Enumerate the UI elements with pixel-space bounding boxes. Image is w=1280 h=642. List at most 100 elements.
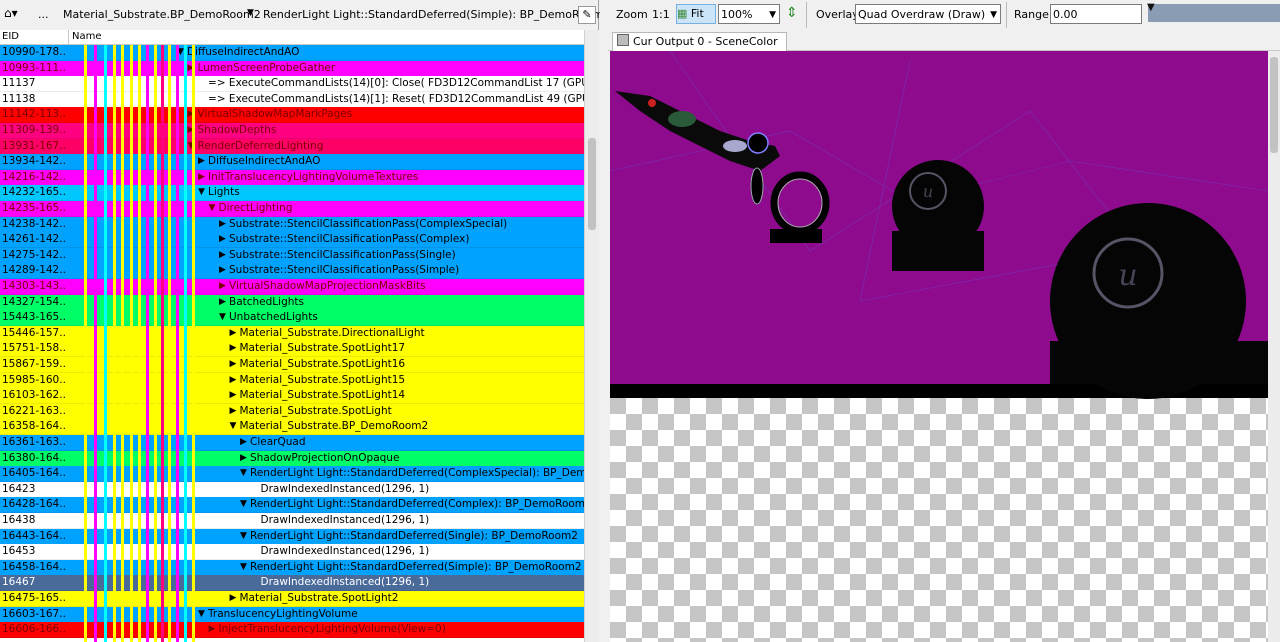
table-row[interactable]: 16458-164... ▼ RenderLight Light::Standard… bbox=[0, 559, 584, 576]
collapse-arrow-icon[interactable]: ▶ bbox=[218, 279, 227, 294]
table-row[interactable]: 13931-167... ▼ RenderDeferredLighting bbox=[0, 138, 584, 155]
table-row[interactable]: 13934-142... ▶ DiffuseIndirectAndAO bbox=[0, 154, 584, 171]
collapse-arrow-icon[interactable]: ▶ bbox=[239, 451, 248, 466]
range-slider[interactable]: ▼ bbox=[1147, 2, 1280, 22]
range-handle-icon[interactable]: ▼ bbox=[1147, 2, 1155, 13]
row-name: Substrate::StencilClassificationPass(Com… bbox=[229, 233, 470, 246]
expand-arrow-icon[interactable]: ▼ bbox=[239, 529, 248, 544]
table-row[interactable]: 16475-165... ▶ Material_Substrate.SpotLigh… bbox=[0, 591, 584, 607]
table-row[interactable]: 16603-167... ▼ TranslucencyLightingVolume bbox=[0, 606, 584, 623]
expand-arrow-icon[interactable]: ▼ bbox=[197, 607, 206, 622]
table-row[interactable]: 14238-142... ▶ Substrate::StencilClassific… bbox=[0, 216, 584, 233]
table-row[interactable]: 14261-142... ▶ Substrate::StencilClassific… bbox=[0, 232, 584, 249]
table-row[interactable]: 16428-164... ▼ RenderLight Light::Standard… bbox=[0, 497, 584, 514]
table-row[interactable]: 14235-165... ▼ DirectLighting bbox=[0, 201, 584, 217]
collapse-arrow-icon[interactable]: ▶ bbox=[197, 154, 206, 169]
pencil-icon[interactable]: ✎ bbox=[578, 6, 596, 24]
column-eid-header[interactable]: EID bbox=[2, 31, 19, 42]
table-row-selected[interactable]: 16467 DrawIndexedInstanced(1296, 1) bbox=[0, 575, 584, 592]
viewer-scrollbar-thumb[interactable] bbox=[1270, 57, 1278, 153]
row-eid: 13931-167... bbox=[2, 139, 66, 152]
table-row[interactable]: 16405-164... ▼ RenderLight Light::Standard… bbox=[0, 466, 584, 483]
table-row[interactable]: 16453 DrawIndexedInstanced(1296, 1) bbox=[0, 544, 584, 561]
table-row[interactable]: 14232-165... ▼ Lights bbox=[0, 185, 584, 202]
collapse-arrow-icon[interactable]: ▶ bbox=[208, 622, 217, 637]
table-row[interactable]: 10993-111... ▶ LumenScreenProbeGather bbox=[0, 60, 584, 77]
flip-arrows-icon[interactable]: ⇕ bbox=[786, 5, 798, 21]
collapse-arrow-icon[interactable]: ▶ bbox=[239, 435, 248, 450]
vertical-scrollbar[interactable] bbox=[584, 30, 599, 642]
collapse-arrow-icon[interactable]: ▶ bbox=[229, 388, 238, 403]
row-eid: 14275-142... bbox=[2, 248, 66, 261]
table-row[interactable]: 15867-159... ▶ Material_Substrate.SpotLigh… bbox=[0, 357, 584, 373]
table-row[interactable]: 14303-143... ▶ VirtualShadowMapProjectionM… bbox=[0, 279, 584, 295]
table-row[interactable]: 16438 DrawIndexedInstanced(1296, 1) bbox=[0, 513, 584, 529]
row-name: Material_Substrate.BP_DemoRoom2 bbox=[239, 420, 429, 433]
chevron-down-icon[interactable]: ▼ bbox=[247, 8, 254, 18]
collapse-arrow-icon[interactable]: ▶ bbox=[197, 170, 206, 185]
collapse-arrow-icon[interactable]: ▶ bbox=[218, 232, 227, 247]
fit-button[interactable]: ▦ Fit bbox=[676, 4, 716, 24]
range-min-field[interactable]: 0.00 bbox=[1050, 4, 1142, 24]
table-row[interactable]: 16358-164... ▼ Material_Substrate.BP_DemoR… bbox=[0, 419, 584, 436]
collapse-arrow-icon[interactable]: ▶ bbox=[218, 263, 227, 278]
row-name: Material_Substrate.SpotLight17 bbox=[239, 342, 406, 355]
table-row[interactable]: 16361-163... ▶ ClearQuad bbox=[0, 435, 584, 451]
breadcrumb-more[interactable]: ... bbox=[38, 8, 49, 21]
row-name: Material_Substrate.SpotLight15 bbox=[239, 373, 406, 386]
table-row[interactable]: 16423 DrawIndexedInstanced(1296, 1) bbox=[0, 481, 584, 498]
table-row[interactable]: 11138 => ExecuteCommandLists(14)[1]: Rese… bbox=[0, 91, 584, 108]
column-name-header[interactable]: Name bbox=[72, 31, 102, 42]
collapse-arrow-icon[interactable]: ▶ bbox=[229, 591, 238, 606]
table-row[interactable]: 16606-166... ▶ InjectTranslucencyLightingV… bbox=[0, 622, 584, 639]
tab-cur-output[interactable]: Cur Output 0 - SceneColor bbox=[612, 32, 787, 51]
table-row[interactable]: 14289-142... ▶ Substrate::StencilClassific… bbox=[0, 263, 584, 280]
expand-arrow-icon[interactable]: ▼ bbox=[218, 310, 227, 325]
row-name: Material_Substrate.SpotLight2 bbox=[239, 592, 399, 604]
home-icon[interactable]: ⌂▾ bbox=[4, 6, 18, 20]
table-row[interactable]: 11142-113... ▶ VirtualShadowMapMarkPages bbox=[0, 107, 584, 124]
row-name: VirtualShadowMapProjectionMaskBits bbox=[229, 280, 426, 292]
table-row[interactable]: 10990-178... ▼ DiffuseIndirectAndAO bbox=[0, 45, 584, 61]
collapse-arrow-icon[interactable]: ▶ bbox=[229, 326, 238, 341]
expand-arrow-icon[interactable]: ▼ bbox=[229, 419, 238, 434]
scrollbar-thumb[interactable] bbox=[588, 138, 596, 230]
table-row[interactable]: 16443-164... ▼ RenderLight Light::Standard… bbox=[0, 528, 584, 545]
table-row[interactable]: 11137 => ExecuteCommandLists(14)[0]: Clos… bbox=[0, 76, 584, 93]
table-row[interactable]: 14327-154... ▶ BatchedLights bbox=[0, 294, 584, 311]
collapse-arrow-icon[interactable]: ▶ bbox=[218, 217, 227, 232]
row-eid: 15751-158... bbox=[2, 342, 66, 355]
collapse-arrow-icon[interactable]: ▶ bbox=[218, 248, 227, 263]
row-eid: 16438 bbox=[2, 514, 36, 526]
zoom-1to1-button[interactable]: 1:1 bbox=[652, 8, 670, 21]
table-row[interactable]: 14216-142... ▶ InitTranslucencyLightingVol… bbox=[0, 169, 584, 186]
viewer-scrollbar[interactable] bbox=[1268, 51, 1280, 642]
row-eid: 16606-166... bbox=[2, 623, 66, 636]
table-row[interactable]: 15751-158... ▶ Material_Substrate.SpotLigh… bbox=[0, 341, 584, 358]
texture-view[interactable]: u u bbox=[610, 51, 1268, 642]
expand-arrow-icon[interactable]: ▼ bbox=[239, 560, 248, 575]
collapse-arrow-icon[interactable]: ▶ bbox=[229, 357, 238, 372]
collapse-arrow-icon[interactable]: ▶ bbox=[229, 373, 238, 388]
collapse-arrow-icon[interactable]: ▶ bbox=[229, 404, 238, 419]
table-row[interactable]: 14275-142... ▶ Substrate::StencilClassific… bbox=[0, 247, 584, 264]
breadcrumb-item-renderlight[interactable]: RenderLight Light::StandardDeferred(Simp… bbox=[263, 8, 610, 21]
row-eid: 13934-142... bbox=[2, 155, 66, 168]
zoom-select[interactable]: 100% ▼ bbox=[718, 4, 780, 24]
overlay-select[interactable]: Quad Overdraw (Draw) ▼ bbox=[855, 4, 1001, 24]
table-row[interactable]: 11309-139... ▶ ShadowDepths bbox=[0, 123, 584, 139]
table-row[interactable]: 16380-164... ▶ ShadowProjectionOnOpaque bbox=[0, 450, 584, 467]
expand-arrow-icon[interactable]: ▼ bbox=[208, 201, 217, 216]
expand-arrow-icon[interactable]: ▼ bbox=[197, 185, 206, 200]
expand-arrow-icon[interactable]: ▼ bbox=[239, 466, 248, 481]
table-row[interactable]: 15446-157... ▶ Material_Substrate.Directio… bbox=[0, 325, 584, 342]
expand-arrow-icon[interactable]: ▼ bbox=[239, 497, 248, 512]
table-row[interactable]: 15985-160... ▶ Material_Substrate.SpotLigh… bbox=[0, 372, 584, 389]
breadcrumb-item-demoroom[interactable]: Material_Substrate.BP_DemoRoom2 bbox=[63, 8, 261, 21]
table-row[interactable]: 15443-165... ▼ UnbatchedLights bbox=[0, 310, 584, 327]
table-row[interactable]: 16103-162... ▶ Material_Substrate.SpotLigh… bbox=[0, 388, 584, 405]
collapse-arrow-icon[interactable]: ▶ bbox=[229, 341, 238, 356]
table-row[interactable]: 16221-163... ▶ Material_Substrate.SpotLigh… bbox=[0, 403, 584, 420]
collapse-arrow-icon[interactable]: ▶ bbox=[218, 295, 227, 310]
row-name: DrawIndexedInstanced(1296, 1) bbox=[260, 545, 430, 558]
